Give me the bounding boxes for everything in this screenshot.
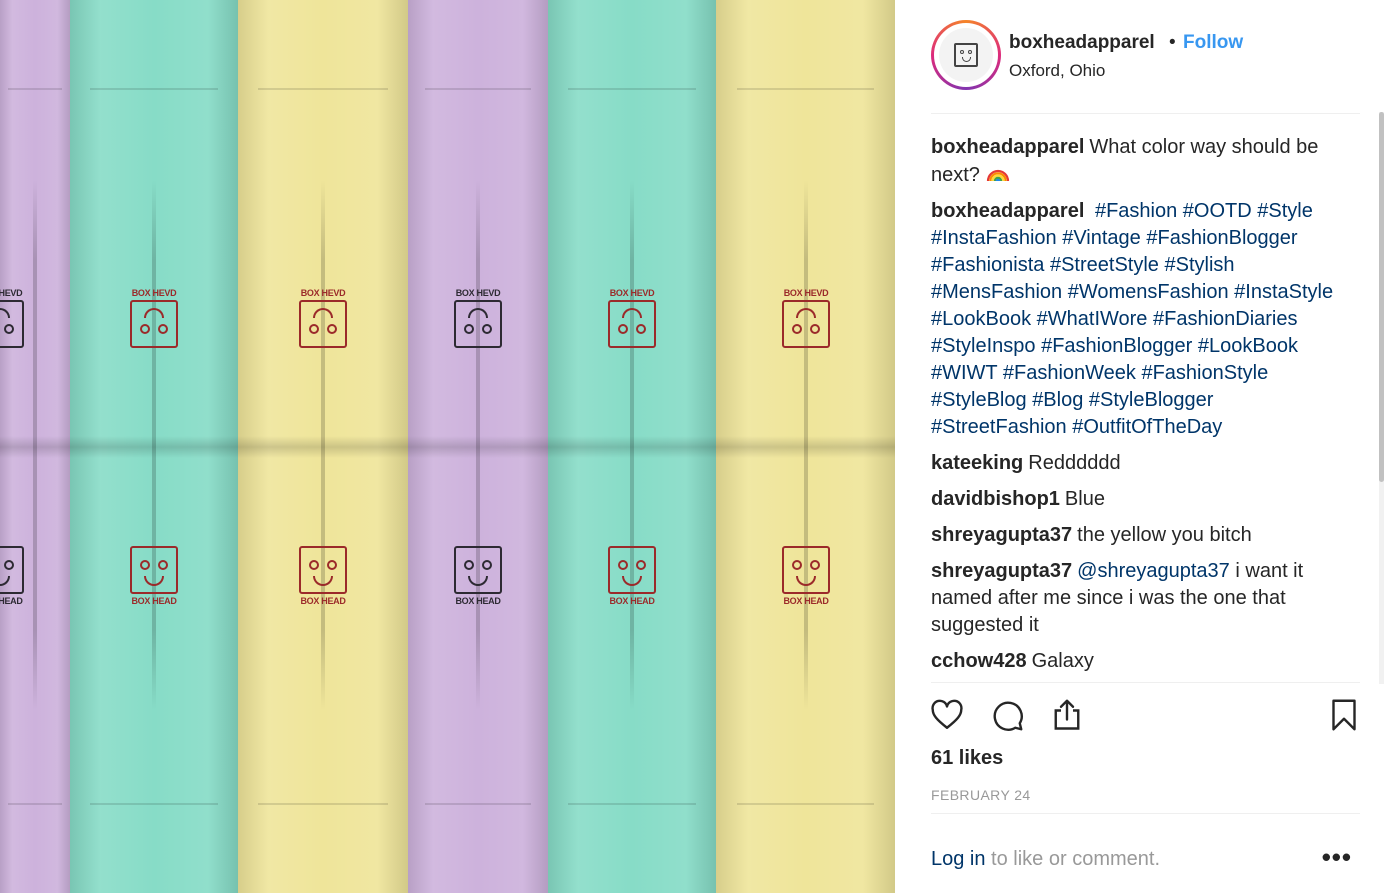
hashtag-link[interactable]: #Blog (1032, 389, 1083, 411)
comment-username[interactable]: shreyagupta37 (931, 524, 1072, 546)
location-link[interactable]: Oxford, Ohio (1009, 61, 1105, 81)
boxhead-logo: BOX HEAD (0, 544, 28, 606)
hashtag-link[interactable]: #StyleBlogger (1089, 389, 1214, 411)
comment-text: Galaxy (1031, 650, 1094, 672)
hashtag-link[interactable]: #FashionBlogger (1146, 227, 1297, 249)
hashtag-link[interactable]: #StyleInspo (931, 335, 1036, 357)
hashtag-link[interactable]: #Fashionista (931, 254, 1044, 276)
hashtag-link[interactable]: #WhatIWore (1037, 308, 1148, 330)
hashtag-link[interactable]: #LookBook (931, 308, 1031, 330)
hoodie-stripe: BOX HEVD BOX HEAD (0, 0, 70, 893)
hashtag-link[interactable]: #InstaFashion (931, 227, 1057, 249)
boxhead-logo: BOX HEVD (126, 288, 182, 350)
hashtag-link[interactable]: #MensFashion (931, 281, 1062, 303)
post-panel: boxheadapparel • Follow Oxford, Ohio box… (895, 0, 1384, 893)
hashtag-link[interactable]: #LookBook (1198, 335, 1298, 357)
hashtag-comment: boxheadapparel #Fashion #OOTD #Style #In… (931, 198, 1351, 441)
hashtag-link[interactable]: #WIWT (931, 362, 997, 384)
comment-item: davidbishop1 Blue (931, 486, 1351, 513)
hoodie-stripe: BOX HEVD BOX HEAD (238, 0, 408, 893)
likes-count[interactable]: 61 likes (931, 747, 1003, 770)
hashtag-link[interactable]: #WomensFashion (1068, 281, 1229, 303)
share-icon (1054, 699, 1080, 730)
hashtag-link[interactable]: #StreetStyle (1050, 254, 1159, 276)
comment-item: shreyagupta37 @shreyagupta37 i want it na… (931, 558, 1351, 639)
comments-scrollbar[interactable] (1379, 112, 1384, 684)
hoodie-stripe: BOX HEVD BOX HEAD (548, 0, 716, 893)
boxhead-logo: BOX HEAD (604, 544, 660, 606)
hashtag-link[interactable]: #InstaStyle (1234, 281, 1333, 303)
hashtag-link[interactable]: #FashionBlogger (1041, 335, 1192, 357)
comment-username[interactable]: boxheadapparel (931, 200, 1084, 222)
boxhead-logo-icon (954, 43, 978, 67)
comment-text: Blue (1064, 488, 1105, 510)
boxhead-logo: BOX HEVD (778, 288, 834, 350)
boxhead-logo: BOX HEAD (450, 544, 506, 606)
rainbow-emoji-icon (986, 161, 1010, 185)
post-date[interactable]: FEBRUARY 24 (931, 787, 1031, 803)
hashtag-link[interactable]: #OutfitOfTheDay (1072, 416, 1222, 438)
hashtag-link[interactable]: #Stylish (1164, 254, 1234, 276)
hashtag-link[interactable]: #FashionDiaries (1153, 308, 1298, 330)
caption: boxheadapparel What color way should be n… (931, 134, 1351, 189)
more-options-icon[interactable]: ••• (1322, 842, 1352, 873)
boxhead-logo: BOX HEVD (295, 288, 351, 350)
login-prompt: Log in to like or comment. (931, 848, 1160, 871)
hoodie-stripe: BOX HEVD BOX HEAD (408, 0, 548, 893)
comment-username[interactable]: shreyagupta37 (931, 560, 1072, 582)
hoodie-stripe: BOX HEVD BOX HEAD (70, 0, 238, 893)
bookmark-icon (1332, 699, 1356, 731)
boxhead-logo: BOX HEVD (450, 288, 506, 350)
hashtag-link[interactable]: #StyleBlog (931, 389, 1027, 411)
hashtag-link[interactable]: #Style (1257, 200, 1313, 222)
hashtag-link[interactable]: #OOTD (1183, 200, 1252, 222)
like-button[interactable] (927, 695, 967, 735)
boxhead-logo: BOX HEAD (126, 544, 182, 606)
boxhead-logo: BOX HEVD (0, 288, 28, 350)
caption-username[interactable]: boxheadapparel (931, 136, 1084, 158)
comment-item: cchow428 Galaxy (931, 648, 1351, 675)
hashtag-link[interactable]: #Fashion (1095, 200, 1177, 222)
action-bar: 61 likes FEBRUARY 24 Log in to like or c… (931, 682, 1360, 882)
comment-username[interactable]: cchow428 (931, 650, 1027, 672)
comment-text: Redddddd (1028, 452, 1121, 474)
post-header: boxheadapparel • Follow Oxford, Ohio (931, 20, 1360, 114)
login-link[interactable]: Log in (931, 848, 986, 870)
boxhead-logo: BOX HEAD (778, 544, 834, 606)
boxhead-logo: BOX HEVD (604, 288, 660, 350)
heart-icon (931, 699, 963, 729)
hashtag-link[interactable]: #StreetFashion (931, 416, 1067, 438)
comment-username[interactable]: kateeking (931, 452, 1023, 474)
comment-button[interactable] (987, 695, 1027, 735)
header-username[interactable]: boxheadapparel (1009, 32, 1155, 54)
hashtag-link[interactable]: #Vintage (1062, 227, 1141, 249)
hashtag-link[interactable]: #FashionWeek (1003, 362, 1136, 384)
post-photo[interactable]: BOX HEVDBOX HEADBOX HEVDBOX HEADBOX HEVD… (0, 0, 895, 893)
separator-dot: • (1169, 32, 1176, 53)
login-text: to like or comment. (985, 848, 1161, 870)
comments-list: boxheadapparel What color way should be n… (931, 134, 1351, 680)
hashtag-link[interactable]: #FashionStyle (1141, 362, 1268, 384)
save-button[interactable] (1324, 695, 1364, 735)
scrollbar-thumb[interactable] (1379, 112, 1384, 482)
login-row: Log in to like or comment. ••• (931, 813, 1360, 883)
avatar[interactable] (931, 20, 1001, 90)
comment-text: the yellow you bitch (1077, 524, 1252, 546)
share-button[interactable] (1047, 695, 1087, 735)
hoodie-stripe: BOX HEVD BOX HEAD (716, 0, 895, 893)
follow-button[interactable]: Follow (1183, 32, 1243, 54)
comment-item: shreyagupta37 the yellow you bitch (931, 522, 1351, 549)
comment-icon (993, 701, 1023, 731)
comment-username[interactable]: davidbishop1 (931, 488, 1060, 510)
boxhead-logo: BOX HEAD (295, 544, 351, 606)
mention-link[interactable]: @shreyagupta37 (1077, 560, 1230, 582)
comment-item: kateeking Redddddd (931, 450, 1351, 477)
